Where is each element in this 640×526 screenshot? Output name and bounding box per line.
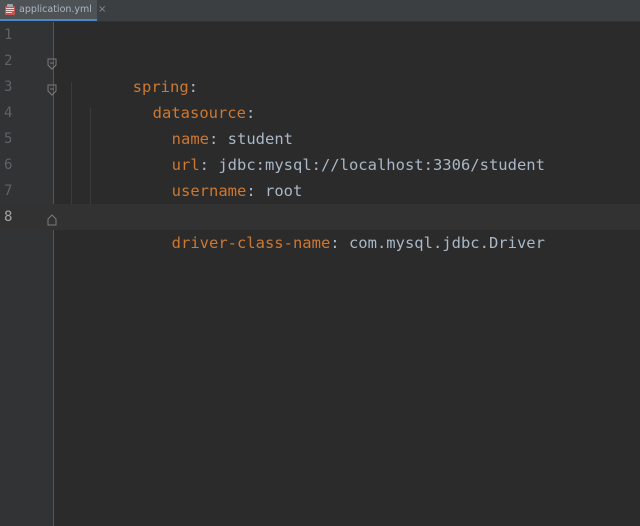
editor-tab-bar: application.yml × [0,0,640,22]
code-line[interactable]: 5 url: jdbc:mysql://localhost:3306/stude… [0,126,640,174]
line-number: 8 [4,209,13,225]
fold-icon[interactable] [46,81,58,96]
ide-window: application.yml × 1 2 spring: 3 datasour… [0,0,640,526]
line-number: 5 [4,131,13,147]
code-line[interactable]: 1 [0,22,640,48]
code-editor[interactable]: 1 2 spring: 3 datasource: 4 name: studen… [0,22,640,526]
yaml-separator: : [330,234,349,252]
code-line[interactable]: 6 username: root [0,152,640,200]
line-number: 3 [4,79,13,95]
tab-label: application.yml [19,4,92,15]
fold-icon[interactable] [46,55,58,70]
fold-end-icon[interactable] [46,211,58,226]
line-number: 6 [4,157,13,173]
yaml-key: driver-class-name [171,234,331,252]
code-line[interactable]: 4 name: student [0,100,640,148]
code-line[interactable]: 2 spring: [0,48,640,96]
line-number: 4 [4,105,13,121]
code-line[interactable]: 3 datasource: [0,74,640,122]
code-line-current[interactable]: 8 driver-class-name: com.mysql.jdbc.Driv… [0,204,640,252]
line-number: 7 [4,183,13,199]
line-number: 2 [4,53,13,69]
line-number: 1 [4,27,13,43]
close-icon[interactable]: × [98,4,106,15]
yaml-file-icon [4,3,16,16]
tab-application-yml[interactable]: application.yml × [0,0,106,21]
yaml-value: com.mysql.jdbc.Driver [348,234,545,252]
code-line[interactable]: 7 password: root [0,178,640,226]
